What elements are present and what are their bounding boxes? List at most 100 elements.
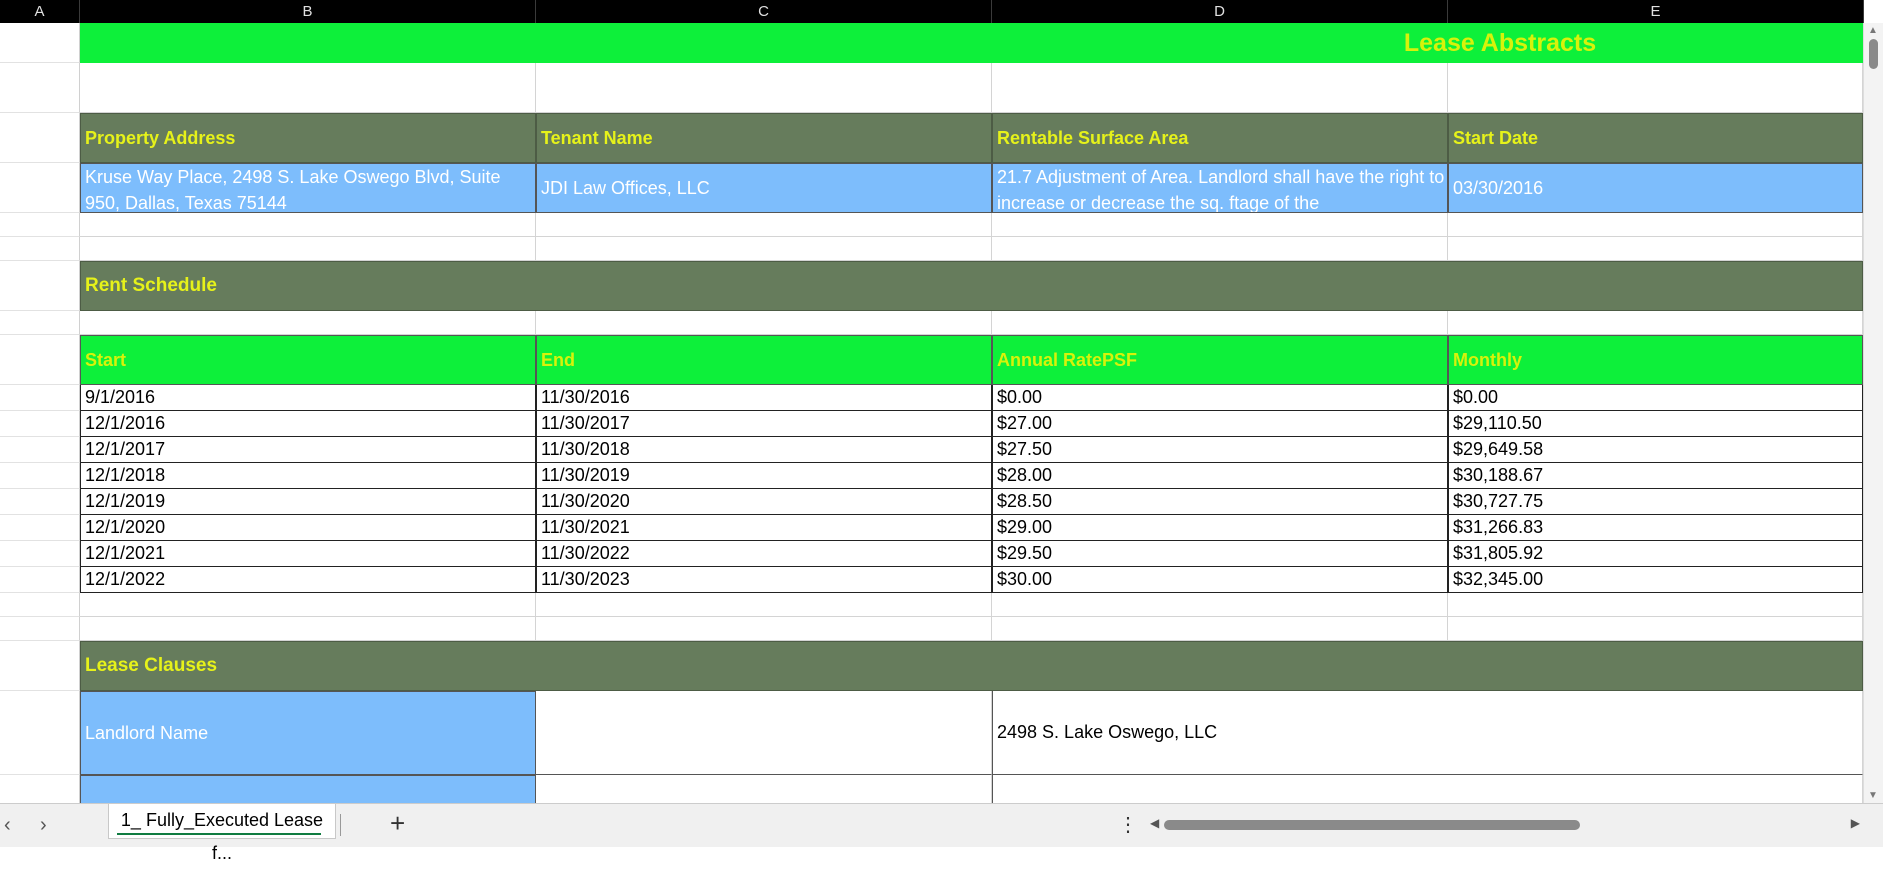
rent-start-header[interactable]: Start — [80, 335, 536, 385]
rent-rate-cell[interactable]: $27.00 — [992, 411, 1448, 437]
more-vertical-icon[interactable]: ⋮ — [1118, 812, 1138, 837]
rent-rate-cell[interactable]: $29.00 — [992, 515, 1448, 541]
chevron-left-icon[interactable]: ‹ — [4, 814, 11, 837]
property-address-cell[interactable]: Kruse Way Place, 2498 S. Lake Oswego Blv… — [80, 163, 536, 213]
rentable-area-header[interactable]: Rentable Surface Area — [992, 113, 1448, 163]
row-header[interactable] — [0, 691, 80, 775]
empty-cell[interactable] — [536, 775, 992, 803]
rent-monthly-cell[interactable]: $32,345.00 — [1448, 567, 1863, 593]
rent-end-cell[interactable]: 11/30/2016 — [536, 385, 992, 411]
rent-start-cell[interactable]: 12/1/2017 — [80, 437, 536, 463]
rent-rate-cell[interactable]: $28.00 — [992, 463, 1448, 489]
empty-cell[interactable] — [536, 63, 992, 113]
rent-end-header[interactable]: End — [536, 335, 992, 385]
row-header[interactable] — [0, 775, 80, 803]
column-header-c[interactable]: C — [536, 0, 992, 23]
sheet-grid[interactable]: Lease Abstracts Property Address Tenant … — [0, 23, 1863, 803]
row-header[interactable] — [0, 261, 80, 311]
rent-end-cell[interactable]: 11/30/2017 — [536, 411, 992, 437]
scroll-up-icon[interactable]: ▲ — [1868, 25, 1878, 36]
row-header[interactable] — [0, 567, 80, 593]
rentable-area-cell[interactable]: 21.7 Adjustment of Area. Landlord shall … — [992, 163, 1448, 213]
rent-monthly-header[interactable]: Monthly — [1448, 335, 1863, 385]
scroll-right-icon[interactable]: ▶ — [1851, 816, 1860, 830]
rent-rate-cell[interactable]: $29.50 — [992, 541, 1448, 567]
rent-monthly-cell[interactable]: $30,727.75 — [1448, 489, 1863, 515]
empty-cell[interactable] — [1448, 593, 1863, 617]
empty-cell[interactable] — [536, 311, 992, 335]
rent-start-cell[interactable]: 12/1/2016 — [80, 411, 536, 437]
rent-start-cell[interactable]: 12/1/2018 — [80, 463, 536, 489]
lease-clauses-title[interactable]: Lease Clauses — [80, 641, 1863, 691]
empty-cell[interactable] — [1448, 617, 1863, 641]
empty-cell[interactable] — [992, 213, 1448, 237]
rent-end-cell[interactable]: 11/30/2020 — [536, 489, 992, 515]
column-header-a[interactable]: A — [0, 0, 80, 23]
rent-monthly-cell[interactable]: $29,649.58 — [1448, 437, 1863, 463]
rent-monthly-cell[interactable]: $29,110.50 — [1448, 411, 1863, 437]
start-date-header[interactable]: Start Date — [1448, 113, 1863, 163]
horizontal-scrollbar[interactable]: ◀ ▶ — [1150, 816, 1860, 833]
empty-cell[interactable] — [80, 593, 536, 617]
sheet-tab[interactable]: 1_ Fully_Executed Lease f... — [108, 804, 336, 863]
empty-cell[interactable] — [80, 311, 536, 335]
row-header[interactable] — [0, 463, 80, 489]
rent-rate-cell[interactable]: $28.50 — [992, 489, 1448, 515]
chevron-right-icon[interactable]: › — [40, 814, 47, 837]
empty-cell[interactable] — [536, 237, 992, 261]
property-address-header[interactable]: Property Address — [80, 113, 536, 163]
rent-monthly-cell[interactable]: $30,188.67 — [1448, 463, 1863, 489]
start-date-cell[interactable]: 03/30/2016 — [1448, 163, 1863, 213]
empty-cell[interactable] — [536, 691, 992, 775]
row-header[interactable] — [0, 237, 80, 261]
scroll-left-icon[interactable]: ◀ — [1150, 816, 1159, 830]
row-header[interactable] — [0, 63, 80, 113]
rent-rate-cell[interactable]: $0.00 — [992, 385, 1448, 411]
horizontal-scroll-thumb[interactable] — [1164, 820, 1580, 830]
empty-cell[interactable] — [1448, 213, 1863, 237]
column-header-e[interactable]: E — [1448, 0, 1864, 23]
row-header[interactable] — [0, 515, 80, 541]
empty-cell[interactable] — [80, 213, 536, 237]
rent-start-cell[interactable]: 12/1/2021 — [80, 541, 536, 567]
rent-annual-rate-header[interactable]: Annual RatePSF — [992, 335, 1448, 385]
vertical-scroll-thumb[interactable] — [1869, 39, 1878, 69]
column-header-d[interactable]: D — [992, 0, 1448, 23]
empty-cell[interactable] — [1448, 311, 1863, 335]
empty-cell[interactable] — [992, 237, 1448, 261]
rent-start-cell[interactable]: 9/1/2016 — [80, 385, 536, 411]
rent-rate-cell[interactable]: $30.00 — [992, 567, 1448, 593]
empty-cell[interactable] — [1448, 237, 1863, 261]
rent-end-cell[interactable]: 11/30/2021 — [536, 515, 992, 541]
rent-monthly-cell[interactable]: $31,805.92 — [1448, 541, 1863, 567]
empty-cell[interactable] — [80, 617, 536, 641]
landlord-name-label[interactable]: Landlord Name — [80, 691, 536, 775]
row-header[interactable] — [0, 385, 80, 411]
empty-cell[interactable] — [992, 311, 1448, 335]
rent-end-cell[interactable]: 11/30/2023 — [536, 567, 992, 593]
empty-cell[interactable] — [992, 63, 1448, 113]
row-header[interactable] — [0, 489, 80, 515]
tenant-name-header[interactable]: Tenant Name — [536, 113, 992, 163]
plus-icon[interactable]: + — [390, 808, 405, 839]
empty-cell[interactable] — [1448, 63, 1863, 113]
row-header[interactable] — [0, 617, 80, 641]
empty-cell[interactable] — [992, 617, 1448, 641]
rent-monthly-cell[interactable]: $31,266.83 — [1448, 515, 1863, 541]
rent-end-cell[interactable]: 11/30/2022 — [536, 541, 992, 567]
landlord-name-value[interactable]: 2498 S. Lake Oswego, LLC — [992, 691, 1863, 775]
rent-rate-cell[interactable]: $27.50 — [992, 437, 1448, 463]
rent-monthly-cell[interactable]: $0.00 — [1448, 385, 1863, 411]
clause-label-cell[interactable] — [80, 775, 536, 803]
rent-end-cell[interactable]: 11/30/2018 — [536, 437, 992, 463]
empty-cell[interactable] — [536, 617, 992, 641]
vertical-scrollbar[interactable]: ▲ ▼ — [1863, 23, 1883, 803]
row-header[interactable] — [0, 311, 80, 335]
rent-start-cell[interactable]: 12/1/2022 — [80, 567, 536, 593]
rent-start-cell[interactable]: 12/1/2019 — [80, 489, 536, 515]
row-header[interactable] — [0, 541, 80, 567]
empty-cell[interactable] — [80, 237, 536, 261]
scroll-down-icon[interactable]: ▼ — [1868, 790, 1878, 801]
rent-start-cell[interactable]: 12/1/2020 — [80, 515, 536, 541]
tenant-name-cell[interactable]: JDI Law Offices, LLC — [536, 163, 992, 213]
